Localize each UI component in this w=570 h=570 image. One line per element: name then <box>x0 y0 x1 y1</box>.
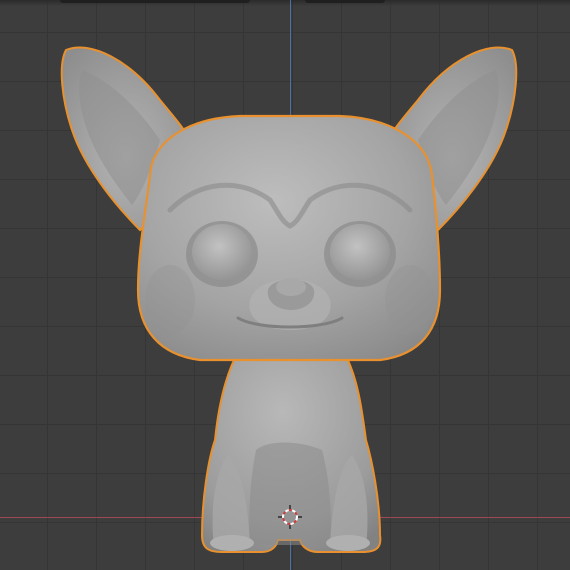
3d-viewport[interactable] <box>0 0 570 570</box>
3d-cursor-icon[interactable] <box>278 505 302 529</box>
chihuahua-figure-model[interactable] <box>0 0 570 570</box>
